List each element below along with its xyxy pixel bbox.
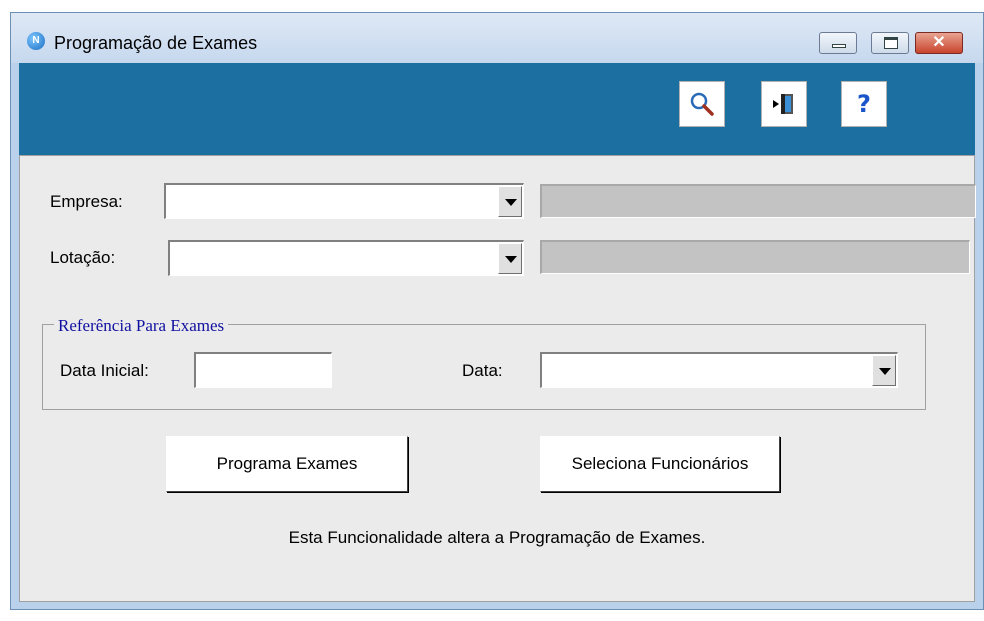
empresa-dropdown-arrow-icon[interactable]: [498, 186, 522, 217]
lotacao-description-field: [540, 240, 970, 274]
empresa-description-field: [540, 184, 976, 218]
data-inicial-input[interactable]: [194, 352, 332, 388]
seleciona-funcionarios-button[interactable]: Seleciona Funcionários: [540, 436, 780, 492]
empresa-label: Empresa:: [50, 192, 123, 211]
data-label: Data:: [462, 361, 503, 380]
maximize-button[interactable]: [871, 32, 909, 54]
referencia-group-title: Referência Para Exames: [54, 316, 229, 336]
search-button[interactable]: [679, 81, 725, 127]
info-message: Esta Funcionalidade altera a Programação…: [288, 528, 706, 547]
title-bar[interactable]: N Programação de Exames ✕: [11, 13, 983, 63]
toolbar: ?: [19, 63, 975, 155]
data-dropdown-arrow-icon[interactable]: [872, 355, 896, 386]
lotacao-label: Lotação:: [50, 248, 116, 267]
lotacao-select[interactable]: [168, 240, 524, 276]
main-window: N Programação de Exames ✕ ? Empresa: Lot…: [10, 12, 984, 610]
close-button[interactable]: ✕: [915, 32, 963, 54]
empresa-select[interactable]: [164, 183, 524, 219]
form-area: Empresa: Lotação: Referência Para Exames…: [19, 155, 976, 602]
app-icon: N: [27, 32, 45, 50]
search-icon: [690, 92, 714, 116]
minimize-icon: [832, 44, 846, 48]
lotacao-dropdown-arrow-icon[interactable]: [498, 243, 522, 274]
minimize-button[interactable]: [819, 32, 857, 54]
exit-door-icon: [773, 94, 793, 114]
help-button[interactable]: ?: [841, 81, 887, 127]
exit-button[interactable]: [761, 81, 807, 127]
help-icon: ?: [857, 90, 871, 118]
window-title: Programação de Exames: [54, 33, 258, 53]
programa-exames-button[interactable]: Programa Exames: [166, 436, 408, 492]
maximize-icon: [884, 37, 898, 49]
close-icon: ✕: [932, 34, 946, 51]
data-select[interactable]: [540, 352, 898, 388]
data-inicial-label: Data Inicial:: [60, 361, 149, 380]
